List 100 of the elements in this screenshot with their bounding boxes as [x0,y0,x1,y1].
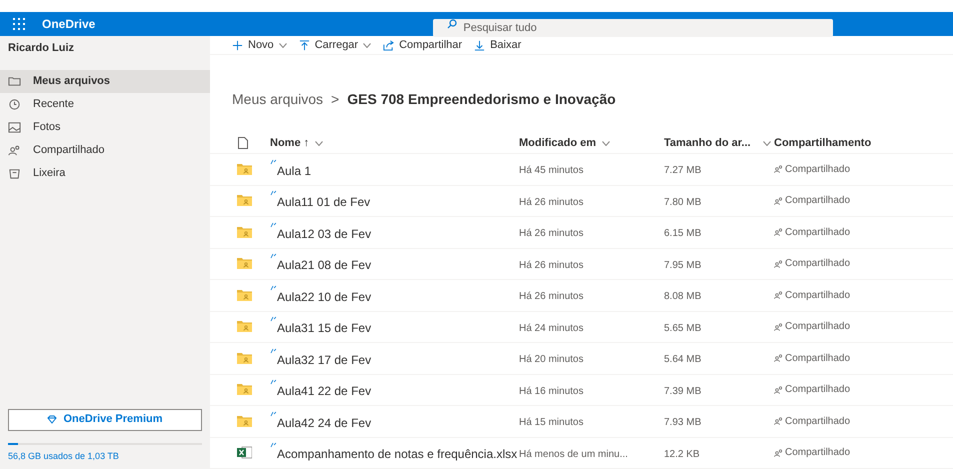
clock-icon [8,98,21,111]
file-name-link[interactable]: Aula41 22 de Fev [277,382,372,400]
size-cell: 6.15 MB [664,228,702,240]
sharing-status: Compartilhado [785,257,850,272]
modified-cell: Há 26 minutos [519,228,584,240]
people-icon [774,228,783,236]
file-name-link[interactable]: Aula21 08 de Fev [277,256,372,274]
file-name-link[interactable]: Aula12 03 de Fev [277,224,372,243]
diamond-icon [47,415,58,424]
modified-cell: Há 26 minutos [519,260,584,271]
shared-folder-icon [237,321,252,332]
sync-status-icon [270,442,276,448]
sharing-status: Compartilhado [785,162,850,177]
size-cell: 7.93 MB [664,417,702,428]
nav-item[interactable]: Recente [0,93,210,116]
chevron-down-icon [315,140,324,146]
file-name-link[interactable]: Acompanhamento de notas e frequência.xlsx [277,445,518,464]
file-name-link[interactable]: Aula42 24 de Fev [277,414,372,432]
people-icon [774,196,783,205]
image-icon [8,121,21,134]
breadcrumb-current: GES 708 Empreendedorismo e Inovação [347,90,616,109]
sync-status-icon [270,253,276,260]
size-cell: 7.95 MB [664,260,702,271]
shared-folder-icon [237,226,252,238]
chevron-down-icon [602,140,610,146]
nav-item[interactable]: Fotos [0,116,210,139]
modified-cell: Há 26 minutos [519,291,584,302]
sync-status-icon [270,316,276,322]
size-cell: 8.08 MB [664,291,702,302]
file-name-link[interactable]: Aula11 01 de Fev [277,193,370,212]
sharing-status: Compartilhado [785,226,850,240]
premium-button[interactable]: OneDrive Premium [8,408,202,430]
folder-icon [8,75,21,88]
storage-text: 56,8 GB usados de 1,03 TB [8,450,120,462]
people-icon [774,165,783,174]
sharing-status: Compartilhado [785,288,850,303]
chevron-down-icon [278,42,287,48]
sync-status-icon [270,348,276,354]
chevron-down-icon [363,42,372,48]
people-icon [774,386,783,394]
size-cell: 7.27 MB [664,165,702,176]
size-cell: 12.2 KB [664,448,700,460]
toolbar-button[interactable]: Carregar [298,36,372,54]
upload-icon [298,40,310,51]
people-icon [774,417,783,426]
sync-status-icon [270,190,276,196]
people-icon [774,354,783,362]
search-field[interactable]: Pesquisar tudo [433,19,834,37]
nav-item[interactable]: Meus arquivos [0,70,210,93]
trash-icon [8,167,21,180]
breadcrumb-separator: > [331,90,340,109]
file-name-link[interactable]: Aula 1 [277,162,312,180]
modified-cell: Há 15 minutos [519,417,584,428]
sharing-status: Compartilhado [785,352,850,366]
column-header[interactable]: Modificado em [519,134,596,152]
people-icon [8,144,21,157]
file-name-link[interactable]: Aula32 17 de Fev [277,350,372,369]
column-header[interactable]: Compartilhamento [774,134,872,152]
nav-item[interactable]: Compartilhado [0,139,210,162]
shared-folder-icon [237,164,252,175]
shared-folder-icon [237,416,252,427]
size-cell: 5.65 MB [664,322,702,334]
shared-folder-icon [237,384,252,396]
user-name: Ricardo Luiz [8,40,74,56]
modified-cell: Há 16 minutos [519,386,584,397]
sharing-status: Compartilhado [785,320,850,334]
people-icon [774,322,783,331]
modified-cell: Há 45 minutos [519,165,584,176]
shared-folder-icon [237,290,252,301]
people-icon [774,260,783,268]
column-header[interactable]: Tamanho do ar... [664,134,751,152]
sharing-status: Compartilhado [785,446,850,460]
toolbar-button[interactable]: Baixar [474,36,522,54]
sync-status-icon [270,379,276,386]
sharing-status: Compartilhado [785,383,850,398]
shared-folder-icon [237,352,252,364]
search-icon [447,19,458,29]
breadcrumb-link[interactable]: Meus arquivos [232,88,324,110]
people-icon [774,291,783,300]
file-name-link[interactable]: Aula22 10 de Fev [277,288,372,306]
size-cell: 5.64 MB [664,354,702,366]
toolbar-button[interactable]: Novo [232,36,287,54]
toolbar-button[interactable]: Compartilhar [383,36,462,54]
nav-item[interactable]: Lixeira [0,162,210,185]
plus-icon [232,40,243,51]
file-name-link[interactable]: Aula31 15 de Fev [277,319,372,338]
sharing-status: Compartilhado [785,194,850,208]
sync-status-icon [270,284,276,291]
sync-status-icon [270,158,276,165]
file-icon [238,137,248,150]
sync-status-icon [270,410,276,417]
modified-cell: Há 26 minutos [519,196,584,208]
column-header[interactable]: Nome ↑ [270,134,310,152]
people-icon [774,448,783,457]
modified-cell: Há 24 minutos [519,322,584,334]
shared-folder-icon [237,195,252,206]
modified-cell: Há 20 minutos [519,354,584,366]
share-icon [383,40,394,51]
app-name[interactable]: OneDrive [42,15,96,33]
shared-folder-icon [237,258,252,270]
